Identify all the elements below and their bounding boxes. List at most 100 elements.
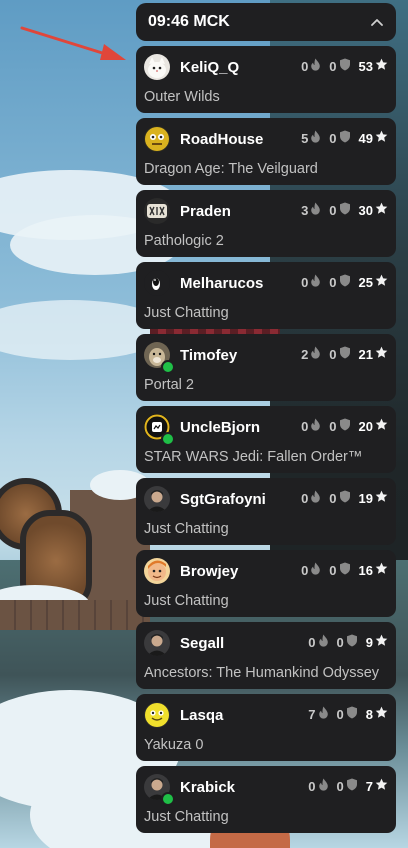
- star-stat: 9: [366, 634, 388, 650]
- current-game: Ancestors: The Humankind Odyssey: [144, 665, 380, 681]
- star-icon: [373, 274, 388, 290]
- live-indicator-dot: [161, 360, 175, 374]
- fire-count: 5: [301, 130, 309, 146]
- fire-icon: [308, 490, 321, 506]
- star-icon: [373, 490, 388, 506]
- streamer-name: Segall: [180, 635, 225, 652]
- shield-icon: [337, 274, 351, 290]
- star-icon: [373, 346, 388, 362]
- streamer-card-lasqa[interactable]: Lasqa 7 0 8 Yakuza 0: [136, 694, 396, 761]
- star-icon: [373, 202, 388, 218]
- star-stat: 30: [359, 202, 388, 218]
- shield-icon: [337, 202, 351, 218]
- current-game: Yakuza 0: [144, 737, 204, 753]
- fire-icon: [308, 274, 321, 290]
- live-indicator-dot: [161, 432, 175, 446]
- live-indicator-dot: [161, 792, 175, 806]
- star-count: 8: [365, 706, 373, 722]
- fire-stat: 0: [308, 778, 328, 794]
- shield-count: 0: [329, 562, 337, 578]
- fire-stat: 7: [308, 706, 328, 722]
- chevron-up-icon[interactable]: [370, 15, 384, 29]
- fire-icon: [316, 634, 329, 650]
- streamer-stats: 0 0 16: [293, 562, 388, 578]
- shield-icon: [337, 490, 351, 506]
- shield-stat: 0: [329, 490, 350, 506]
- streamer-stats: 7 0 8: [300, 706, 388, 722]
- panel-header: 09:46 MCK: [136, 3, 396, 41]
- streamer-card-melharucos[interactable]: Melharucos 0 0 25 Just Chatting: [136, 262, 396, 329]
- star-stat: 53: [359, 58, 388, 74]
- streamer-card-keliq-q[interactable]: KeliQ_Q 0 0 53 Outer Wilds: [136, 46, 396, 113]
- fire-stat: 0: [308, 634, 328, 650]
- streamer-card-roadhouse[interactable]: RoadHouse 5 0 49 Dragon Age: The Veilgua…: [136, 118, 396, 185]
- streamer-stats: 0 0 9: [300, 634, 388, 650]
- streamer-name: Praden: [180, 203, 231, 220]
- fire-count: 7: [308, 706, 316, 722]
- fire-count: 0: [308, 634, 316, 650]
- fire-count: 0: [301, 490, 309, 506]
- star-count: 53: [358, 58, 373, 74]
- penguin-avatar: [144, 270, 170, 296]
- fire-icon: [308, 202, 321, 218]
- shield-stat: 0: [337, 778, 358, 794]
- star-icon: [373, 130, 388, 146]
- star-icon: [373, 778, 388, 794]
- streamer-card-krabick[interactable]: Krabick 0 0 7 Just Chatting: [136, 766, 396, 833]
- shield-stat: 0: [337, 634, 358, 650]
- star-count: 49: [358, 130, 373, 146]
- current-game: Portal 2: [144, 377, 194, 393]
- star-stat: 49: [359, 130, 388, 146]
- current-game: Dragon Age: The Veilguard: [144, 161, 318, 177]
- shield-icon: [337, 130, 351, 146]
- clock-time: 09:46 MCK: [148, 13, 230, 30]
- shield-count: 0: [329, 202, 337, 218]
- streamer-name: RoadHouse: [180, 131, 264, 148]
- shield-stat: 0: [329, 418, 350, 434]
- shield-icon: [337, 418, 351, 434]
- fire-count: 0: [308, 778, 316, 794]
- star-icon: [373, 418, 388, 434]
- star-count: 20: [358, 418, 373, 434]
- fire-icon: [308, 418, 321, 434]
- star-count: 7: [365, 778, 373, 794]
- current-game: Pathologic 2: [144, 233, 224, 249]
- streamer-cards: KeliQ_Q 0 0 53 Outer Wilds RoadHouse 5 0…: [136, 46, 396, 833]
- streamer-stats: 3 0 30: [293, 202, 388, 218]
- star-count: 25: [358, 274, 373, 290]
- streamer-card-sgtgrafoyni[interactable]: SgtGrafoyni 0 0 19 Just Chatting: [136, 478, 396, 545]
- streamer-card-praden[interactable]: Praden 3 0 30 Pathologic 2: [136, 190, 396, 257]
- shield-stat: 0: [329, 274, 350, 290]
- fire-icon: [316, 706, 329, 722]
- fire-stat: 0: [301, 58, 321, 74]
- streamer-card-browjey[interactable]: Browjey 0 0 16 Just Chatting: [136, 550, 396, 617]
- streamer-card-segall[interactable]: Segall 0 0 9 Ancestors: The Humankind Od…: [136, 622, 396, 689]
- fire-icon: [308, 130, 321, 146]
- shield-stat: 0: [337, 706, 358, 722]
- streamer-list-panel: 09:46 MCK KeliQ_Q 0 0 53 Outer Wilds Roa…: [136, 3, 396, 838]
- fire-stat: 5: [301, 130, 321, 146]
- shield-icon: [344, 706, 358, 722]
- current-game: Just Chatting: [144, 809, 229, 825]
- star-stat: 25: [359, 274, 388, 290]
- streamer-stats: 0 0 19: [293, 490, 388, 506]
- shield-icon: [344, 778, 358, 794]
- shield-stat: 0: [329, 58, 350, 74]
- fire-count: 0: [301, 274, 309, 290]
- current-game: STAR WARS Jedi: Fallen Order™: [144, 449, 363, 465]
- shield-count: 0: [329, 58, 337, 74]
- fire-icon: [308, 58, 321, 74]
- shield-icon: [337, 562, 351, 578]
- streamer-name: SgtGrafoyni: [180, 491, 266, 508]
- streamer-card-unclebjorn[interactable]: UncleBjorn 0 0 20 STAR WARS Jedi: Fallen…: [136, 406, 396, 473]
- person-avatar: [144, 486, 170, 512]
- streamer-stats: 2 0 21: [293, 346, 388, 362]
- star-stat: 7: [366, 778, 388, 794]
- fire-icon: [308, 346, 321, 362]
- streamer-name: Lasqa: [180, 707, 224, 724]
- shield-count: 0: [329, 346, 337, 362]
- streamer-name: Melharucos: [180, 275, 264, 292]
- shield-stat: 0: [329, 202, 350, 218]
- fire-count: 0: [301, 58, 309, 74]
- streamer-card-timofey[interactable]: Timofey 2 0 21 Portal 2: [136, 334, 396, 401]
